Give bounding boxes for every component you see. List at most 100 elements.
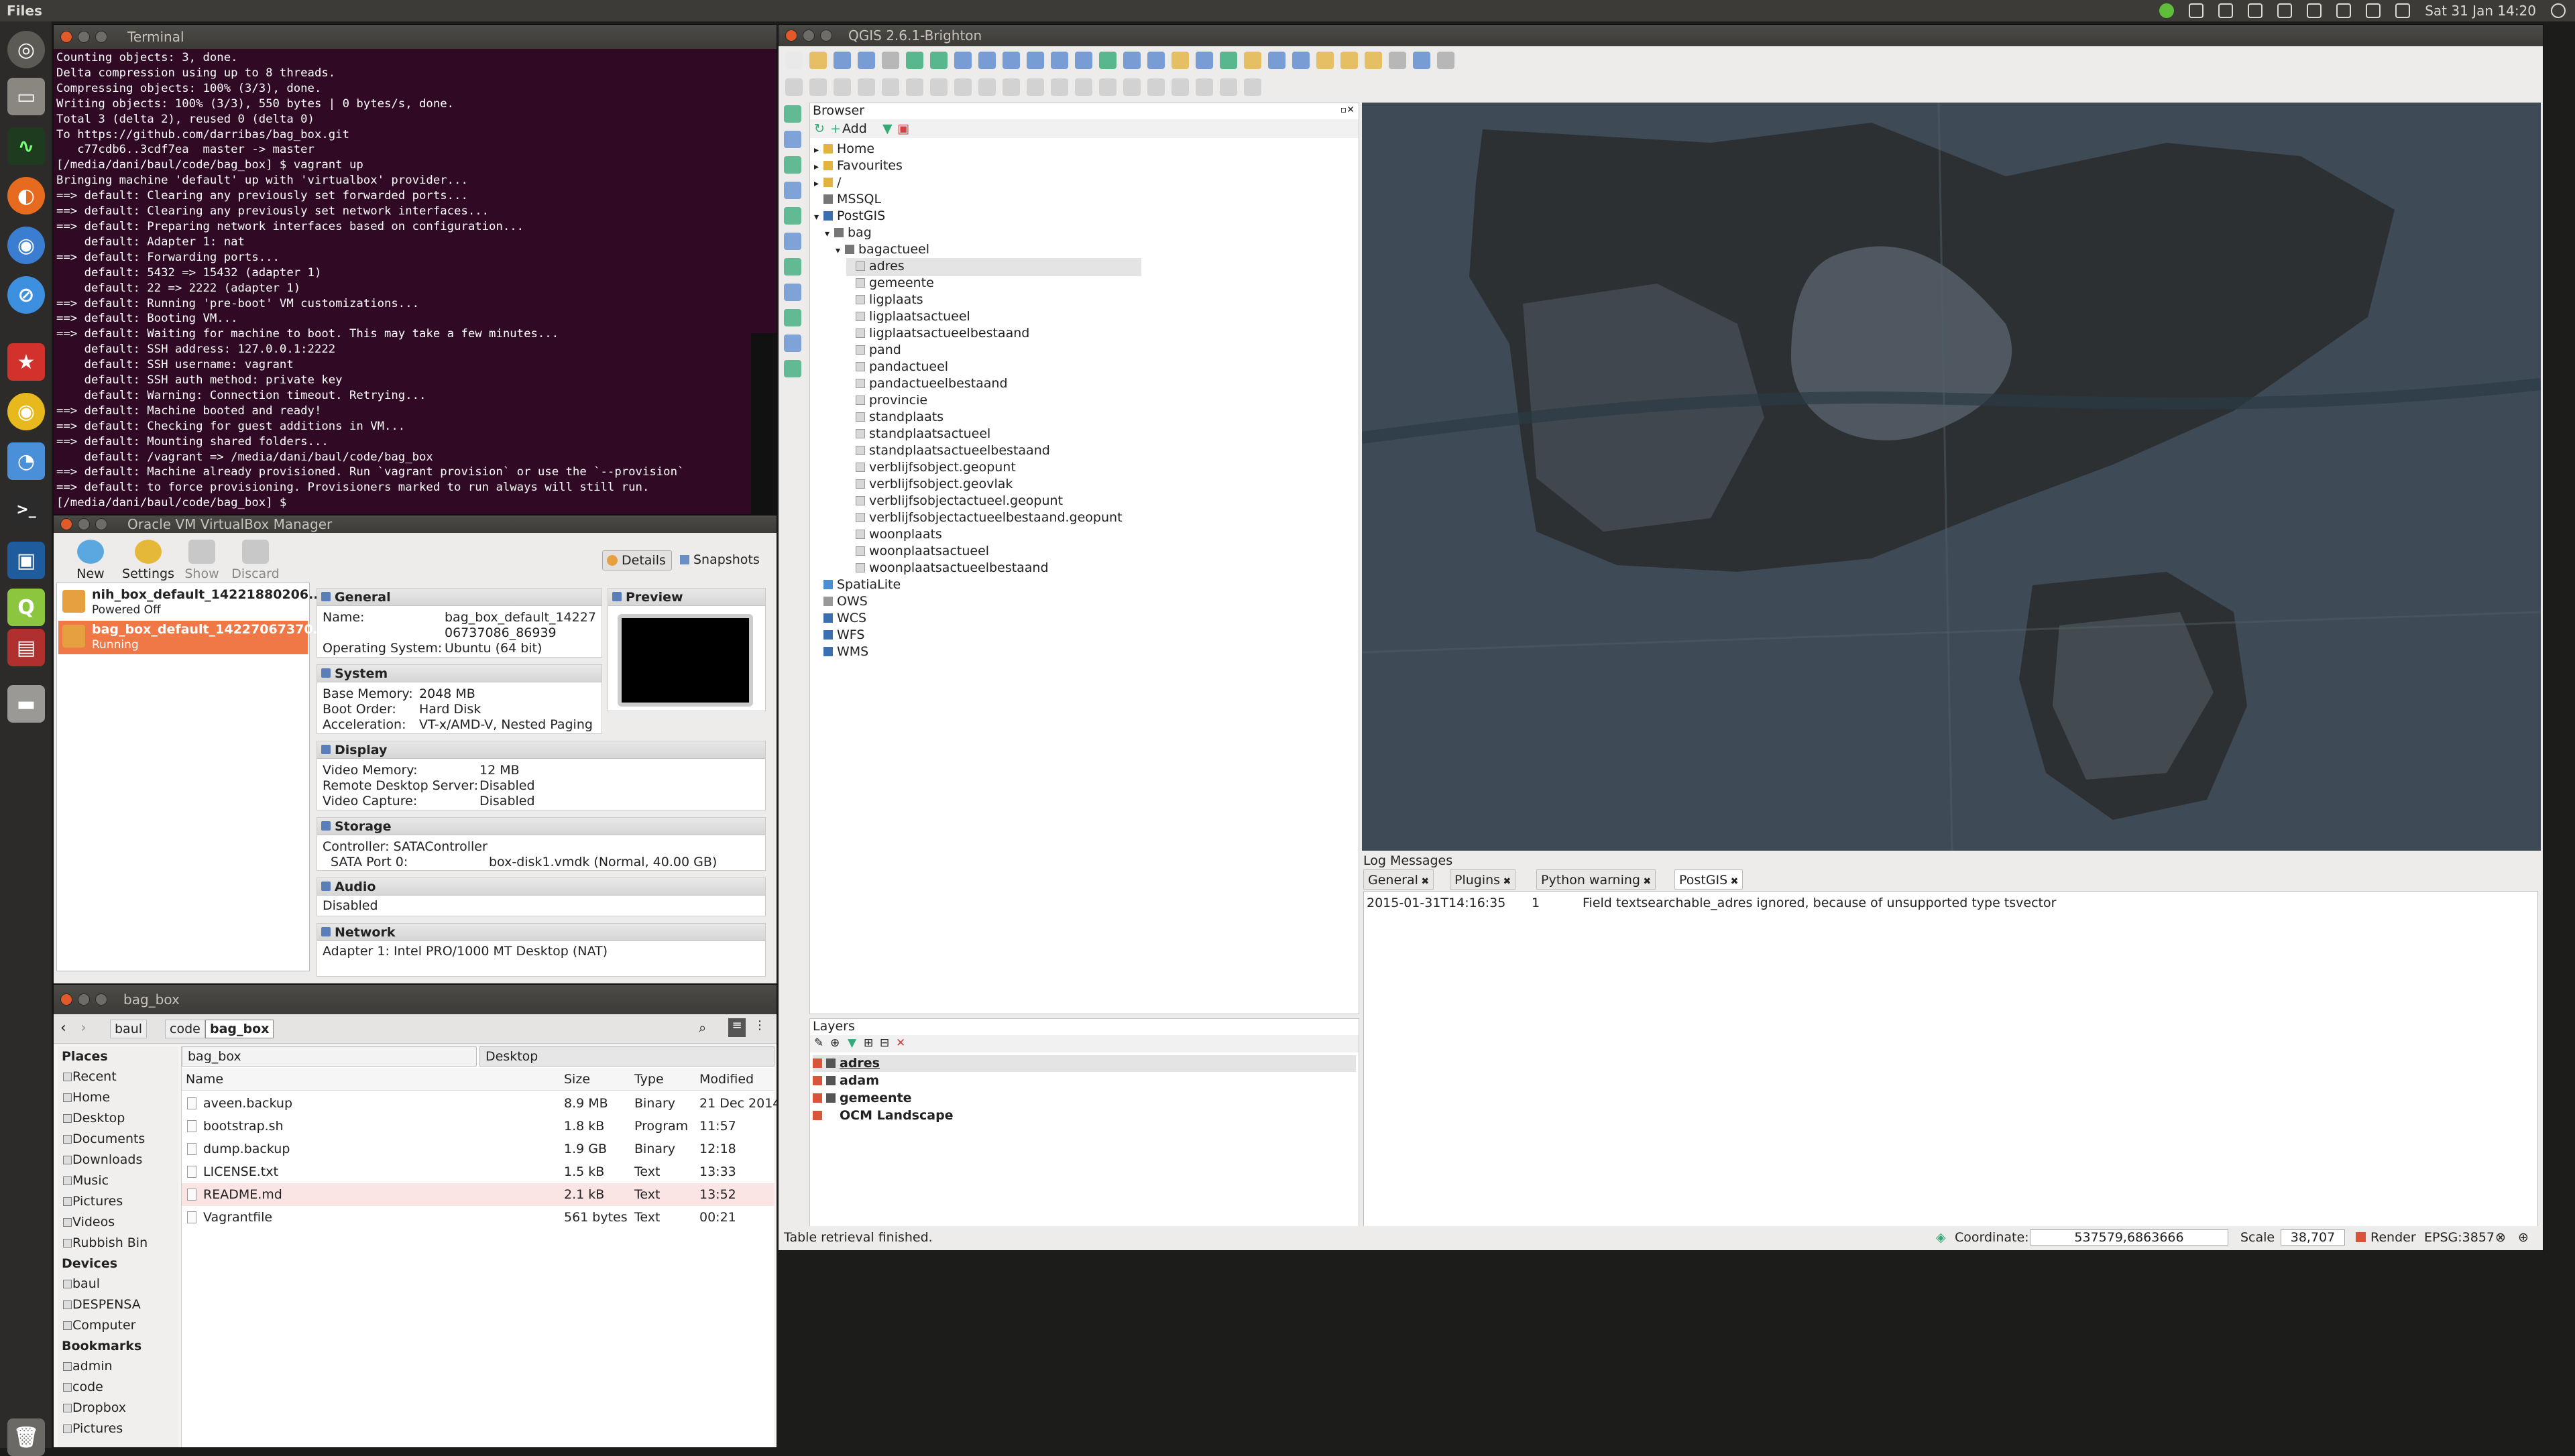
qgis-window[interactable]: QGIS 2.6.1-Brighton Browser ▫✕ ↻ + Add ▼… bbox=[778, 24, 2543, 1251]
browser-item[interactable]: MSSQL bbox=[814, 191, 881, 209]
toolbar-tool-icon[interactable] bbox=[1003, 52, 1020, 69]
toolbar-edit-icon[interactable] bbox=[1147, 78, 1165, 96]
sidebar-item-documents[interactable]: Documents bbox=[58, 1129, 178, 1150]
toolbar-edit-icon[interactable] bbox=[1171, 78, 1189, 96]
coordinate-toggle-icon[interactable]: ◈ bbox=[1936, 1226, 1946, 1249]
toolbar-edit-icon[interactable] bbox=[1003, 78, 1020, 96]
tab-close-icon[interactable]: ✖ bbox=[1727, 876, 1739, 887]
filter-legend-icon[interactable]: ▼ bbox=[848, 1036, 856, 1050]
toolbar-tool-icon[interactable] bbox=[882, 52, 899, 69]
layer-visibility-checkbox[interactable] bbox=[813, 1111, 822, 1120]
browser-item[interactable]: WMS bbox=[814, 644, 868, 662]
tab-desktop[interactable]: Desktop bbox=[479, 1046, 775, 1067]
sidebar-item-baul[interactable]: baul bbox=[58, 1274, 178, 1294]
display-section-header[interactable]: Display bbox=[317, 741, 765, 759]
toolbar-edit-icon[interactable] bbox=[1075, 78, 1092, 96]
add-layer-icon[interactable] bbox=[784, 105, 801, 123]
sidebar-item-computer[interactable]: Computer bbox=[58, 1315, 178, 1336]
tree-arrow-icon[interactable] bbox=[846, 561, 856, 578]
tree-arrow-icon[interactable] bbox=[846, 343, 856, 360]
toolbar-tool-icon[interactable] bbox=[1340, 52, 1358, 69]
layer-item[interactable]: adres bbox=[813, 1055, 1356, 1072]
add-layer-icon[interactable] bbox=[784, 284, 801, 301]
toolbar-edit-icon[interactable] bbox=[978, 78, 996, 96]
virtualbox-titlebar[interactable]: Oracle VM VirtualBox Manager bbox=[54, 515, 777, 533]
toolbar-tool-icon[interactable] bbox=[1437, 52, 1454, 69]
column-header-modified[interactable]: Modified bbox=[699, 1068, 754, 1091]
column-header-size[interactable]: Size bbox=[564, 1068, 590, 1091]
messages-icon[interactable]: ⊗ bbox=[2495, 1226, 2506, 1249]
toolbar-tool-icon[interactable] bbox=[858, 52, 875, 69]
toolbar-tool-icon[interactable] bbox=[1171, 52, 1189, 69]
file-row[interactable]: dump.backup 1.9 GB Binary 12:18 bbox=[182, 1138, 775, 1160]
bluetooth-icon[interactable] bbox=[2307, 3, 2322, 18]
vm-list-item-selected[interactable]: bag_box_default_14227067370... Running bbox=[58, 621, 327, 654]
browser-item[interactable]: ligplaatsactueelbestaand bbox=[846, 325, 1029, 343]
tab-close-icon[interactable]: ✖ bbox=[1640, 876, 1651, 887]
minimize-icon[interactable] bbox=[78, 518, 90, 530]
layer-style-icon[interactable]: ✎ bbox=[814, 1036, 823, 1050]
sidebar-item-music[interactable]: Music bbox=[58, 1170, 178, 1191]
toolbar-tool-icon[interactable] bbox=[930, 52, 948, 69]
log-content[interactable]: 2015-01-31T14:16:35 1 Field textsearchab… bbox=[1363, 891, 2538, 1246]
toolbar-tool-icon[interactable] bbox=[1123, 52, 1141, 69]
sidebar-item-rubbish-bin[interactable]: Rubbish Bin bbox=[58, 1233, 178, 1254]
tree-arrow-icon[interactable] bbox=[846, 259, 856, 276]
filter-icon[interactable]: ▼ bbox=[882, 119, 893, 138]
drive-icon[interactable]: ▬ bbox=[7, 685, 45, 723]
list-view-icon[interactable]: ≡ bbox=[728, 1018, 746, 1037]
coordinate-field[interactable]: 537579,6863666 bbox=[2030, 1229, 2228, 1246]
browser-item[interactable]: pand bbox=[846, 342, 901, 360]
scale-field[interactable]: 38,707 bbox=[2281, 1229, 2345, 1246]
tree-arrow-icon[interactable] bbox=[846, 528, 856, 544]
browser-item[interactable]: ▸ / bbox=[814, 174, 841, 192]
toolbar-tool-icon[interactable] bbox=[1220, 52, 1237, 69]
add-layer-icon[interactable] bbox=[784, 335, 801, 352]
tab-close-icon[interactable]: ✖ bbox=[1418, 876, 1429, 887]
add-icon[interactable]: + bbox=[830, 119, 841, 138]
virtualbox-window[interactable]: Oracle VM VirtualBox Manager New Setting… bbox=[53, 515, 777, 984]
toolbar-edit-icon[interactable] bbox=[1051, 78, 1068, 96]
collapse-icon[interactable]: ▣ bbox=[897, 119, 909, 138]
browser-item[interactable]: gemeente bbox=[846, 275, 934, 293]
maximize-icon[interactable] bbox=[95, 993, 107, 1006]
refresh-icon[interactable]: ↻ bbox=[814, 119, 825, 138]
toolbar-edit-icon[interactable] bbox=[1220, 78, 1237, 96]
tree-arrow-icon[interactable] bbox=[846, 310, 856, 326]
browser-item[interactable]: verblijfsobjectactueel.geopunt bbox=[846, 493, 1063, 511]
file-row[interactable]: README.md 2.1 kB Text 13:52 bbox=[182, 1183, 775, 1206]
add-layer-icon[interactable] bbox=[784, 309, 801, 326]
file-manager-window[interactable]: bag_box ‹ › baul code bag_box ⌕ ≡ ⋮ Plac… bbox=[53, 984, 777, 1448]
toolbar-tool-icon[interactable] bbox=[785, 52, 803, 69]
log-tab[interactable]: PostGIS ✖ bbox=[1674, 869, 1743, 890]
tree-arrow-icon[interactable] bbox=[846, 410, 856, 427]
minimize-icon[interactable] bbox=[78, 31, 90, 43]
spotify-icon[interactable] bbox=[2159, 3, 2175, 18]
browser-item[interactable]: ▾ PostGIS bbox=[814, 208, 885, 226]
toolbar-tool-icon[interactable] bbox=[1365, 52, 1382, 69]
maximize-icon[interactable] bbox=[95, 31, 107, 43]
monitor-icon[interactable]: ∿ bbox=[7, 127, 45, 165]
browser-item[interactable]: provincie bbox=[846, 392, 927, 410]
layers-panel[interactable]: Layers ✎ ⊕ ▼ ⊞ ⊟ ✕ adres adam gemeente OCM … bbox=[809, 1018, 1359, 1249]
sidebar-item-code[interactable]: code bbox=[58, 1377, 178, 1398]
trash-icon[interactable]: 🗑 bbox=[7, 1418, 45, 1456]
tab-close-icon[interactable]: ✖ bbox=[1500, 876, 1511, 887]
crs-icon[interactable]: ⊕ bbox=[2518, 1226, 2529, 1249]
tree-arrow-icon[interactable] bbox=[814, 611, 823, 628]
browser-item[interactable]: SpatiaLite bbox=[814, 577, 901, 595]
sidebar-item-home[interactable]: Home bbox=[58, 1087, 178, 1108]
sidebar-item-despensa[interactable]: DESPENSA bbox=[58, 1294, 178, 1315]
browser-item[interactable]: verblijfsobject.geovlak bbox=[846, 476, 1013, 494]
browser-item[interactable]: standplaatsactueel bbox=[846, 426, 990, 444]
tree-arrow-icon[interactable] bbox=[846, 461, 856, 477]
toolbar-tool-icon[interactable] bbox=[906, 52, 923, 69]
close-icon[interactable] bbox=[785, 29, 797, 42]
chromium-icon[interactable]: ◉ bbox=[7, 227, 45, 264]
tree-arrow-icon[interactable] bbox=[846, 326, 856, 343]
browser-item[interactable]: verblijfsobjectactueelbestaand.geopunt bbox=[846, 509, 1123, 528]
chat-icon[interactable]: ◔ bbox=[7, 442, 45, 480]
tab-bag_box[interactable]: bag_box bbox=[182, 1046, 477, 1067]
add-layer-icon[interactable] bbox=[784, 182, 801, 199]
add-layer-icon[interactable] bbox=[784, 258, 801, 276]
